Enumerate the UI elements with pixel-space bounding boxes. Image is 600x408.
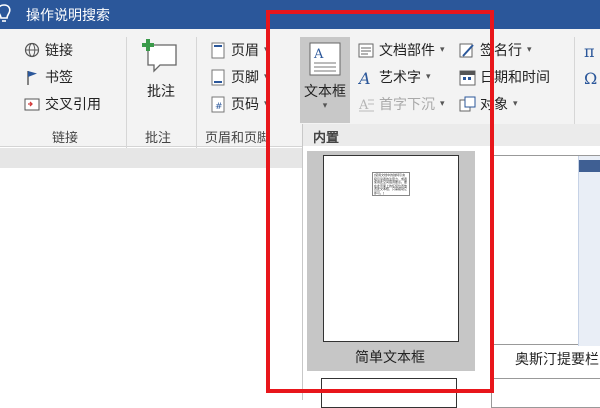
sidebar-preview-header	[579, 160, 600, 172]
link-button[interactable]: 链接	[24, 39, 73, 61]
page-number-label: 页码	[231, 97, 259, 113]
header-button[interactable]: 页眉 ▾	[210, 39, 269, 61]
new-comment-icon	[142, 39, 177, 73]
header-footer-group-label: 页眉和页脚	[205, 131, 271, 146]
group-divider	[126, 37, 127, 149]
bookmark-label: 书签	[45, 70, 73, 86]
footer-icon	[210, 69, 227, 86]
footer-button[interactable]: 页脚 ▾	[210, 66, 269, 88]
header-icon	[210, 42, 227, 59]
comment-label: 批注	[147, 84, 175, 100]
globe-link-icon	[24, 42, 41, 59]
links-group-label: 链接	[52, 131, 79, 146]
comments-group-label: 批注	[145, 131, 172, 146]
cross-reference-button[interactable]: 交叉引用	[24, 93, 101, 115]
omega-icon: Ω	[584, 69, 600, 88]
link-label: 链接	[45, 43, 73, 59]
comment-button[interactable]: 批注	[138, 37, 184, 101]
cross-reference-label: 交叉引用	[45, 97, 101, 113]
sidebar-preview	[578, 156, 600, 346]
tell-me-text: 操作说明搜索	[26, 8, 110, 24]
tile-label: 奥斯汀提要栏	[515, 352, 599, 368]
chevron-down-icon: ▾	[513, 99, 518, 109]
lightbulb-icon	[0, 4, 11, 22]
svg-text:Ω: Ω	[584, 69, 597, 86]
group-divider	[196, 37, 197, 149]
highlight-frame	[266, 10, 494, 393]
next-tile-preview[interactable]	[491, 378, 600, 408]
document-area[interactable]	[0, 168, 302, 400]
chevron-down-icon: ▾	[527, 45, 532, 55]
flag-icon	[24, 69, 41, 86]
bookmark-button[interactable]: 书签	[24, 66, 73, 88]
page-number-button[interactable]: # 页码 ▾	[210, 93, 269, 115]
svg-text:#: #	[215, 102, 223, 112]
svg-text:π: π	[584, 42, 595, 59]
page-number-icon: #	[210, 96, 227, 113]
austin-tile[interactable]	[491, 155, 600, 346]
symbol-button[interactable]: Ω	[584, 66, 600, 88]
equation-button[interactable]: π	[584, 39, 600, 61]
header-label: 页眉	[231, 43, 259, 59]
pi-icon: π	[584, 42, 600, 61]
footer-label: 页脚	[231, 70, 259, 86]
cross-reference-icon	[24, 96, 41, 113]
